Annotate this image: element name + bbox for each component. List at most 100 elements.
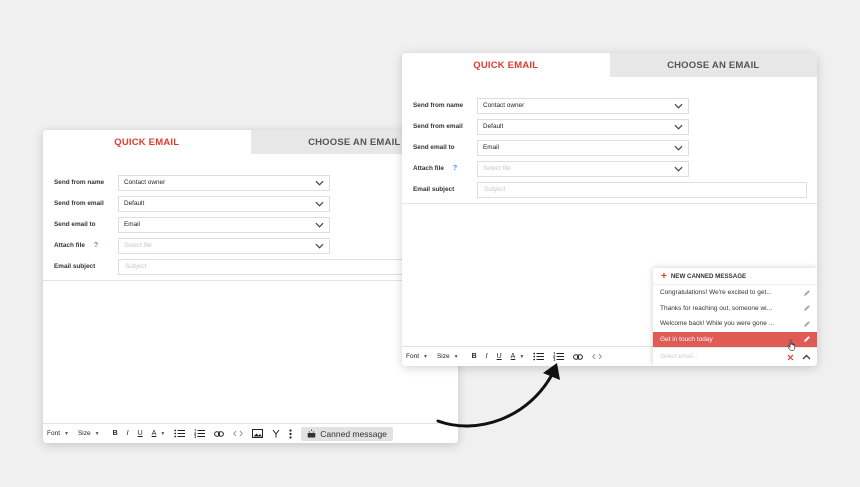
- more-options-button[interactable]: [289, 426, 292, 442]
- tab-quick-email[interactable]: QUICK EMAIL: [402, 53, 610, 77]
- help-icon[interactable]: ?: [94, 242, 98, 249]
- select-value: Default: [124, 200, 145, 207]
- select-value: Contact owner: [124, 179, 166, 186]
- link-button[interactable]: [214, 426, 225, 442]
- caret-down-icon: ▼: [94, 430, 100, 437]
- field-label: Email subject: [413, 186, 455, 193]
- pencil-icon[interactable]: [803, 320, 811, 328]
- canned-message-item-selected[interactable]: Get in touch today: [653, 331, 817, 351]
- select-value: Email: [124, 221, 140, 228]
- canned-message-item[interactable]: Welcome back! While you were gone ...: [653, 316, 817, 332]
- canned-message-text: Thanks for reaching out, someone wi...: [660, 304, 773, 312]
- code-button[interactable]: [592, 349, 603, 365]
- quick-email-panel-back: QUICK EMAIL CHOOSE AN EMAIL Send from na…: [43, 130, 458, 443]
- field-label: Email subject: [54, 263, 96, 270]
- chevron-down-icon: [674, 166, 683, 172]
- canned-message-button[interactable]: Canned message: [301, 426, 393, 441]
- email-body-editor[interactable]: [402, 199, 653, 346]
- canned-message-menu: + NEW CANNED MESSAGE Congratulations! We…: [653, 268, 817, 366]
- field-label: Attach file ?: [413, 165, 477, 172]
- link-icon: [214, 430, 225, 437]
- email-subject-input[interactable]: Subject: [477, 181, 807, 198]
- underline-button[interactable]: U: [138, 426, 143, 442]
- pencil-icon[interactable]: [803, 289, 811, 297]
- canned-message-item[interactable]: Thanks for reaching out, someone wi...: [653, 301, 817, 317]
- quick-email-panel-front: QUICK EMAIL CHOOSE AN EMAIL Send from na…: [402, 53, 817, 366]
- send-from-email-select[interactable]: Default: [118, 195, 330, 212]
- bold-icon: B: [112, 430, 118, 437]
- send-from-name-select[interactable]: Contact owner: [477, 97, 689, 114]
- clear-format-button[interactable]: [272, 426, 280, 442]
- pencil-icon[interactable]: [803, 304, 811, 312]
- hand-cursor-icon: [787, 338, 795, 351]
- insert-image-button[interactable]: [252, 426, 264, 442]
- attach-file-label: Attach file: [54, 242, 85, 249]
- caret-down-icon: ▼: [160, 430, 166, 437]
- italic-button[interactable]: I: [127, 426, 129, 442]
- numbered-list-icon: [194, 429, 206, 438]
- send-email-to-select[interactable]: Email: [118, 216, 330, 233]
- field-label: Attach file ?: [54, 242, 118, 249]
- size-dropdown[interactable]: Size ▼: [78, 426, 100, 442]
- input-placeholder: Subject: [484, 186, 506, 193]
- bulleted-list-button[interactable]: [174, 426, 186, 442]
- close-icon[interactable]: [787, 354, 794, 361]
- attach-file-select[interactable]: Select file: [118, 237, 330, 254]
- font-dropdown[interactable]: Font ▼: [47, 426, 69, 442]
- send-email-to-select[interactable]: Email: [477, 139, 689, 156]
- send-from-name-row: Send from name Contact owner: [413, 95, 807, 116]
- field-label: Send from name: [413, 102, 464, 109]
- plus-icon: +: [661, 270, 667, 282]
- chevron-down-icon: [674, 145, 683, 151]
- more-vertical-icon: [289, 428, 292, 439]
- numbered-list-button[interactable]: [194, 426, 206, 442]
- tab-choose-an-email[interactable]: CHOOSE AN EMAIL: [609, 53, 817, 77]
- chevron-up-icon[interactable]: [802, 354, 811, 360]
- send-from-name-select[interactable]: Contact owner: [118, 174, 330, 191]
- chevron-down-icon: [315, 243, 324, 249]
- email-body-editor[interactable]: [43, 276, 458, 423]
- attach-file-row: Attach file ? Select file: [413, 158, 807, 179]
- chevron-down-icon: [315, 180, 324, 186]
- canned-message-text: Congratulations! We're excited to get...: [660, 289, 772, 297]
- image-icon: [252, 429, 264, 438]
- input-placeholder: Subject: [125, 263, 147, 270]
- chevron-down-icon: [674, 103, 683, 109]
- select-value: Default: [483, 123, 504, 130]
- select-placeholder: Select file: [483, 165, 511, 172]
- canned-message-text: Welcome back! While you were gone ...: [660, 320, 775, 328]
- help-icon[interactable]: ?: [453, 165, 457, 172]
- send-from-name-row: Send from name Contact owner: [54, 172, 448, 193]
- canned-message-item[interactable]: Congratulations! We're excited to get...: [653, 285, 817, 301]
- clear-format-icon: [272, 429, 280, 438]
- select-value: Contact owner: [483, 102, 525, 109]
- new-canned-message-button[interactable]: + NEW CANNED MESSAGE: [653, 268, 817, 285]
- email-subject-row: Email subject Subject: [413, 179, 807, 200]
- canned-message-icon: [307, 429, 316, 438]
- send-from-email-row: Send from email Default: [413, 116, 807, 137]
- chevron-down-icon: [674, 124, 683, 130]
- font-label: Font: [47, 430, 61, 437]
- tab-quick-email[interactable]: QUICK EMAIL: [43, 130, 251, 154]
- caret-down-icon: ▼: [64, 430, 69, 437]
- tab-bar: QUICK EMAIL CHOOSE AN EMAIL: [402, 53, 817, 77]
- code-button[interactable]: [233, 426, 244, 442]
- email-form: Send from name Contact owner Send from e…: [402, 77, 817, 200]
- email-subject-input[interactable]: Subject: [118, 258, 448, 275]
- text-color-icon: A: [151, 430, 157, 437]
- select-placeholder: Select file: [124, 242, 152, 249]
- text-color-button[interactable]: A ▼: [152, 426, 166, 442]
- field-label: Send from email: [54, 200, 104, 207]
- send-from-email-select[interactable]: Default: [477, 118, 689, 135]
- font-label: Font: [406, 353, 420, 360]
- attach-file-select[interactable]: Select file: [477, 160, 689, 177]
- attach-file-row: Attach file ? Select file: [54, 235, 448, 256]
- bulleted-list-icon: [174, 429, 186, 438]
- font-dropdown[interactable]: Font ▼: [406, 349, 428, 365]
- pencil-icon[interactable]: [803, 335, 811, 343]
- code-icon: [233, 430, 244, 437]
- link-button[interactable]: [573, 349, 584, 365]
- bold-button[interactable]: B: [113, 426, 118, 442]
- search-actions: [787, 354, 811, 361]
- chevron-down-icon: [315, 222, 324, 228]
